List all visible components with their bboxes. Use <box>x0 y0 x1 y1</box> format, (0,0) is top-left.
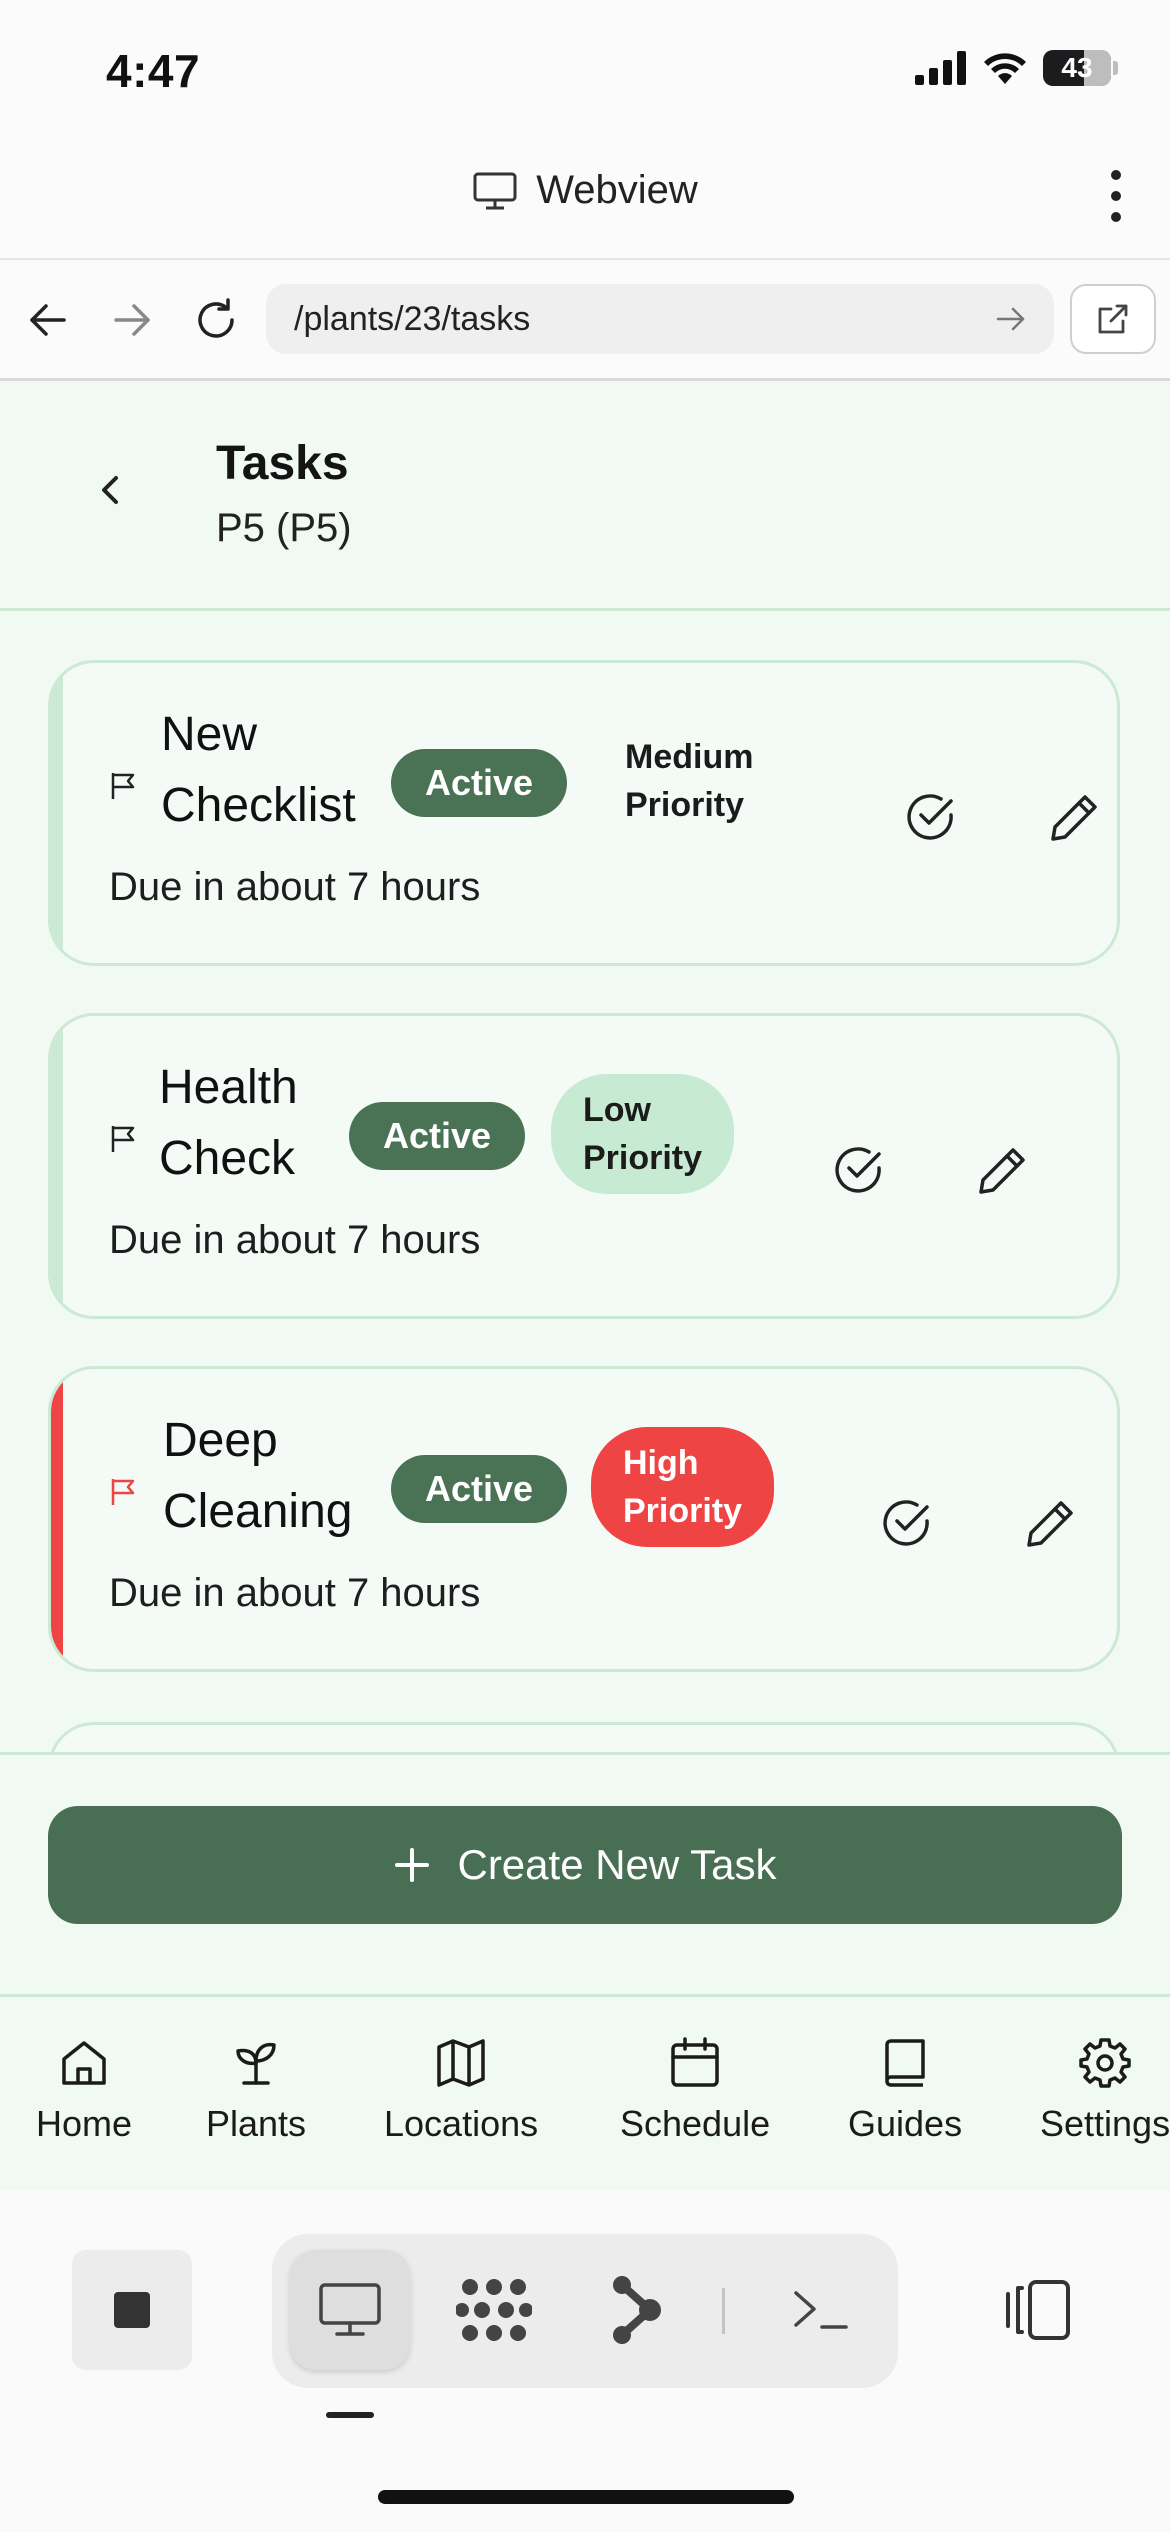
check-circle-icon <box>835 1147 881 1193</box>
battery-level: 43 <box>1061 52 1093 83</box>
wifi-icon <box>984 53 1026 84</box>
complete-task-button[interactable] <box>901 787 961 847</box>
stop-icon <box>114 2292 150 2328</box>
edit-task-button[interactable] <box>973 1140 1033 1200</box>
check-circle-icon <box>883 1500 929 1546</box>
terminal-mode-button[interactable] <box>760 2250 880 2370</box>
open-external-button[interactable] <box>1070 284 1156 354</box>
battery-icon: 43 <box>1043 50 1111 86</box>
task-title: Deep Cleaning <box>163 1414 353 1538</box>
active-indicator <box>326 2412 374 2418</box>
tab-home[interactable]: Home <box>36 2035 132 2145</box>
due-text: Due in about 7 hours <box>109 1571 481 1615</box>
due-text: Due in about 7 hours <box>109 1218 481 1262</box>
url-input[interactable]: /plants/23/tasks <box>266 284 1054 354</box>
complete-task-button[interactable] <box>877 1493 937 1553</box>
divider <box>0 608 1170 611</box>
priority-badge: Low Priority <box>551 1074 735 1194</box>
home-indicator[interactable] <box>378 2490 794 2504</box>
branch-icon <box>613 2276 661 2344</box>
webview-header: Webview <box>0 168 1170 213</box>
create-task-button[interactable]: Create New Task <box>48 1806 1122 1924</box>
webview-mode-button[interactable] <box>290 2250 410 2370</box>
divider <box>722 2288 725 2334</box>
task-card[interactable]: Health Check Active Low Priority Due in ab… <box>48 1013 1120 1319</box>
status-icons: 43 <box>915 50 1118 86</box>
sidebar-toggle-icon <box>1006 2280 1070 2340</box>
tab-schedule[interactable]: Schedule <box>620 2035 770 2145</box>
url-text: /plants/23/tasks <box>294 299 531 338</box>
grid-mode-button[interactable] <box>434 2250 554 2370</box>
flag-icon <box>111 1126 135 1152</box>
page-subtitle: P5 (P5) <box>216 506 352 550</box>
task-card[interactable]: Deep Cleaning Active High Priority Due in … <box>48 1366 1120 1672</box>
pencil-icon <box>979 1148 1025 1194</box>
task-card[interactable]: New Checklist Active Medium Priority Due i… <box>48 660 1120 966</box>
tab-guides[interactable]: Guides <box>848 2035 962 2145</box>
dots-cluster-icon <box>456 2279 532 2341</box>
status-badge: Active <box>391 1455 567 1523</box>
divider <box>0 258 1170 260</box>
flag-icon <box>111 773 135 799</box>
priority-badge: High Priority <box>591 1427 775 1547</box>
webview-title: Webview <box>536 168 698 212</box>
status-badge: Active <box>349 1102 525 1170</box>
book-icon <box>885 2039 925 2087</box>
back-arrow-icon[interactable] <box>18 290 78 350</box>
external-link-icon <box>1098 304 1128 334</box>
back-chevron-icon[interactable] <box>90 470 130 510</box>
monitor-icon <box>319 2283 381 2336</box>
create-task-label: Create New Task <box>457 1841 777 1888</box>
edit-task-button[interactable] <box>1021 1493 1081 1553</box>
gear-icon <box>1079 2038 1131 2088</box>
cellular-signal-icon <box>915 51 966 85</box>
tab-settings[interactable]: Settings <box>1040 2035 1170 2145</box>
plus-icon <box>395 1848 430 1882</box>
complete-task-button[interactable] <box>829 1140 889 1200</box>
flag-icon <box>111 1479 135 1505</box>
status-badge: Active <box>391 749 567 817</box>
go-arrow-icon[interactable] <box>996 306 1026 332</box>
pencil-icon <box>1051 795 1097 841</box>
stop-button[interactable] <box>72 2250 192 2370</box>
reload-icon[interactable] <box>186 290 246 350</box>
page-title: Tasks <box>216 437 349 490</box>
tab-plants[interactable]: Plants <box>206 2035 306 2145</box>
sprout-icon <box>236 2042 276 2085</box>
monitor-icon <box>473 172 517 209</box>
calendar-icon <box>671 2037 719 2087</box>
home-icon <box>62 2041 106 2085</box>
terminal-icon <box>794 2291 848 2329</box>
more-options-icon[interactable] <box>1106 170 1126 222</box>
status-time: 4:47 <box>106 45 201 97</box>
tab-locations[interactable]: Locations <box>384 2035 538 2145</box>
priority-badge: Medium Priority <box>625 738 754 824</box>
forward-arrow-icon[interactable] <box>102 290 162 350</box>
tab-bar: Home Plants Locations Schedule Guides Se… <box>0 1994 1170 2190</box>
edit-task-button[interactable] <box>1045 787 1105 847</box>
task-title: New Checklist <box>161 708 356 832</box>
divider <box>0 1752 1170 1755</box>
graph-mode-button[interactable] <box>578 2250 698 2370</box>
due-text: Due in about 7 hours <box>109 865 481 909</box>
check-circle-icon <box>907 794 953 840</box>
pencil-icon <box>1027 1501 1073 1547</box>
split-view-button[interactable] <box>976 2250 1096 2370</box>
map-icon <box>437 2039 485 2087</box>
task-title: Health Check <box>159 1061 298 1185</box>
